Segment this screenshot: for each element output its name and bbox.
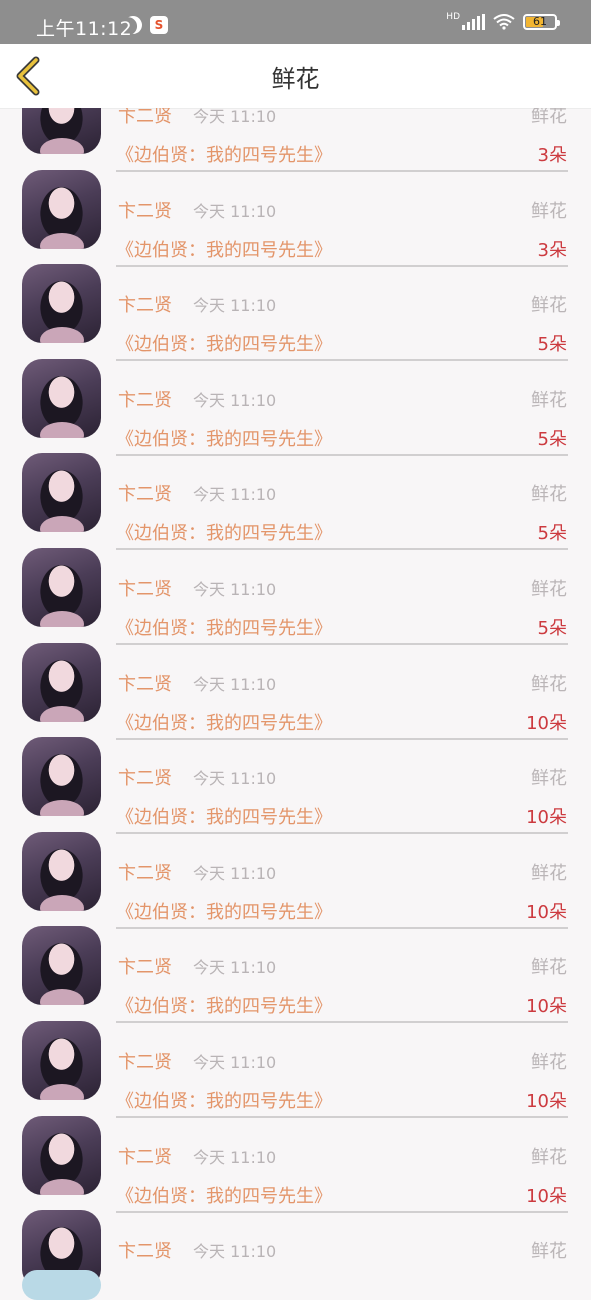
- timestamp: 今天 11:10: [193, 863, 277, 883]
- timestamp: 今天 11:10: [193, 769, 277, 789]
- moon-icon: [121, 13, 145, 37]
- timestamp: 今天 11:10: [193, 1242, 277, 1262]
- status-left-icons: S: [124, 16, 168, 34]
- timestamp: 今天 11:10: [193, 108, 277, 126]
- book-title: 《边伯贤：我的四号先生》: [116, 1276, 332, 1280]
- gift-type: 鲜花: [531, 1146, 567, 1168]
- sender-name: 卞二贤: [118, 768, 172, 790]
- sender-name: 卞二贤: [118, 1241, 172, 1263]
- avatar: [22, 1115, 101, 1195]
- sender-name: 卞二贤: [118, 108, 172, 127]
- status-bar: 上午11:12 S HD 61: [0, 0, 591, 44]
- gift-type: 鲜花: [531, 295, 567, 317]
- list-item[interactable]: 卞二贤 今天 11:10 鲜花 《边伯贤：我的四号先生》 5朵: [0, 249, 591, 362]
- list-item[interactable]: 卞二贤 今天 11:10 鲜花 《边伯贤：我的四号先生》 3朵: [0, 155, 591, 267]
- sender-name: 卞二贤: [118, 578, 172, 600]
- chevron-left-icon: [16, 56, 40, 96]
- header: 鲜花: [0, 44, 591, 109]
- gift-type: 鲜花: [531, 108, 567, 127]
- list-item[interactable]: 卞二贤 今天 11:10 鲜花 《边伯贤：我的四号先生》 10朵: [0, 817, 591, 929]
- flower-list[interactable]: 卞二贤 今天 11:10 鲜花 《边伯贤：我的四号先生》 3朵 卞二贤 今天 1…: [0, 108, 591, 1280]
- avatar: [22, 926, 101, 1006]
- sender-name: 卞二贤: [118, 389, 172, 411]
- avatar: [22, 1020, 101, 1100]
- sender-name: 卞二贤: [118, 673, 172, 695]
- list-item[interactable]: 卞二贤 今天 11:10 鲜花 《边伯贤：我的四号先生》 10朵: [0, 1101, 591, 1213]
- sender-name: 卞二贤: [118, 957, 172, 979]
- timestamp: 今天 11:10: [193, 1147, 277, 1167]
- timestamp: 今天 11:10: [193, 674, 277, 694]
- sender-name: 卞二贤: [118, 295, 172, 317]
- avatar: [22, 108, 101, 154]
- hd-label: HD: [446, 11, 460, 22]
- avatar: [22, 831, 101, 911]
- avatar: [22, 358, 101, 438]
- list-item[interactable]: 卞二贤 今天 11:10 鲜花 《边伯贤：我的四号先生》 10朵: [0, 911, 591, 1024]
- timestamp: 今天 11:10: [193, 390, 277, 410]
- page-title: 鲜花: [271, 64, 320, 93]
- gift-type: 鲜花: [531, 200, 567, 222]
- list-item[interactable]: 卞二贤 今天 11:10 鲜花 《边伯贤：我的四号先生》 10朵: [0, 628, 591, 740]
- app-notification-icon: S: [150, 16, 168, 34]
- status-time: 上午11:12: [36, 18, 133, 40]
- avatar: [22, 737, 101, 817]
- timestamp: 今天 11:10: [193, 1052, 277, 1072]
- battery-level: 61: [533, 15, 547, 28]
- wifi-icon: [493, 14, 515, 30]
- signal-icon: [462, 14, 485, 30]
- battery-cap: [557, 20, 560, 26]
- timestamp: 今天 11:10: [193, 485, 277, 505]
- gift-type: 鲜花: [531, 1051, 567, 1073]
- gift-type: 鲜花: [531, 389, 567, 411]
- battery-icon: 61: [523, 14, 560, 30]
- list-item[interactable]: 卞二贤 今天 11:10 鲜花 《边伯贤：我的四号先生》 5朵: [0, 438, 591, 551]
- status-right-icons: HD 61: [446, 11, 560, 30]
- list-item[interactable]: 卞二贤 今天 11:10 鲜花 《边伯贤：我的四号先生》 5朵: [0, 533, 591, 645]
- sender-name: 卞二贤: [118, 862, 172, 884]
- timestamp: 今天 11:10: [193, 579, 277, 599]
- gift-type: 鲜花: [531, 1241, 567, 1263]
- list-item[interactable]: 卞二贤 今天 11:10 鲜花 《边伯贤：我的四号先生》 3朵: [0, 108, 591, 172]
- gift-type: 鲜花: [531, 768, 567, 790]
- list-item[interactable]: 卞二贤 今天 11:10 鲜花 《边伯贤：我的四号先生》 5朵: [0, 344, 591, 456]
- timestamp: 今天 11:10: [193, 958, 277, 978]
- avatar: [22, 453, 101, 533]
- avatar: [22, 642, 101, 722]
- gift-type: 鲜花: [531, 862, 567, 884]
- list-item[interactable]: 卞二贤 今天 11:10 鲜花 《边伯贤：我的四号先生》 10朵: [0, 1006, 591, 1118]
- avatar: [22, 547, 101, 627]
- sender-name: 卞二贤: [118, 484, 172, 506]
- flower-list-content: 卞二贤 今天 11:10 鲜花 《边伯贤：我的四号先生》 3朵 卞二贤 今天 1…: [0, 108, 591, 1280]
- list-item[interactable]: 卞二贤 今天 11:10 鲜花 《边伯贤：我的四号先生》 10朵: [0, 722, 591, 835]
- avatar: [22, 169, 101, 249]
- gift-type: 鲜花: [531, 484, 567, 506]
- sender-name: 卞二贤: [118, 1146, 172, 1168]
- gift-type: 鲜花: [531, 578, 567, 600]
- sender-name: 卞二贤: [118, 1051, 172, 1073]
- sender-name: 卞二贤: [118, 200, 172, 222]
- back-button[interactable]: [12, 54, 52, 98]
- flower-count: 10朵: [526, 1276, 567, 1280]
- avatar: [22, 1270, 101, 1300]
- gift-type: 鲜花: [531, 673, 567, 695]
- list-item[interactable]: 卞二贤 今天 11:10 鲜花 《边伯贤：我的四号先生》 10朵: [0, 1195, 591, 1280]
- gift-type: 鲜花: [531, 957, 567, 979]
- timestamp: 今天 11:10: [193, 296, 277, 316]
- timestamp: 今天 11:10: [193, 201, 277, 221]
- avatar: [22, 264, 101, 344]
